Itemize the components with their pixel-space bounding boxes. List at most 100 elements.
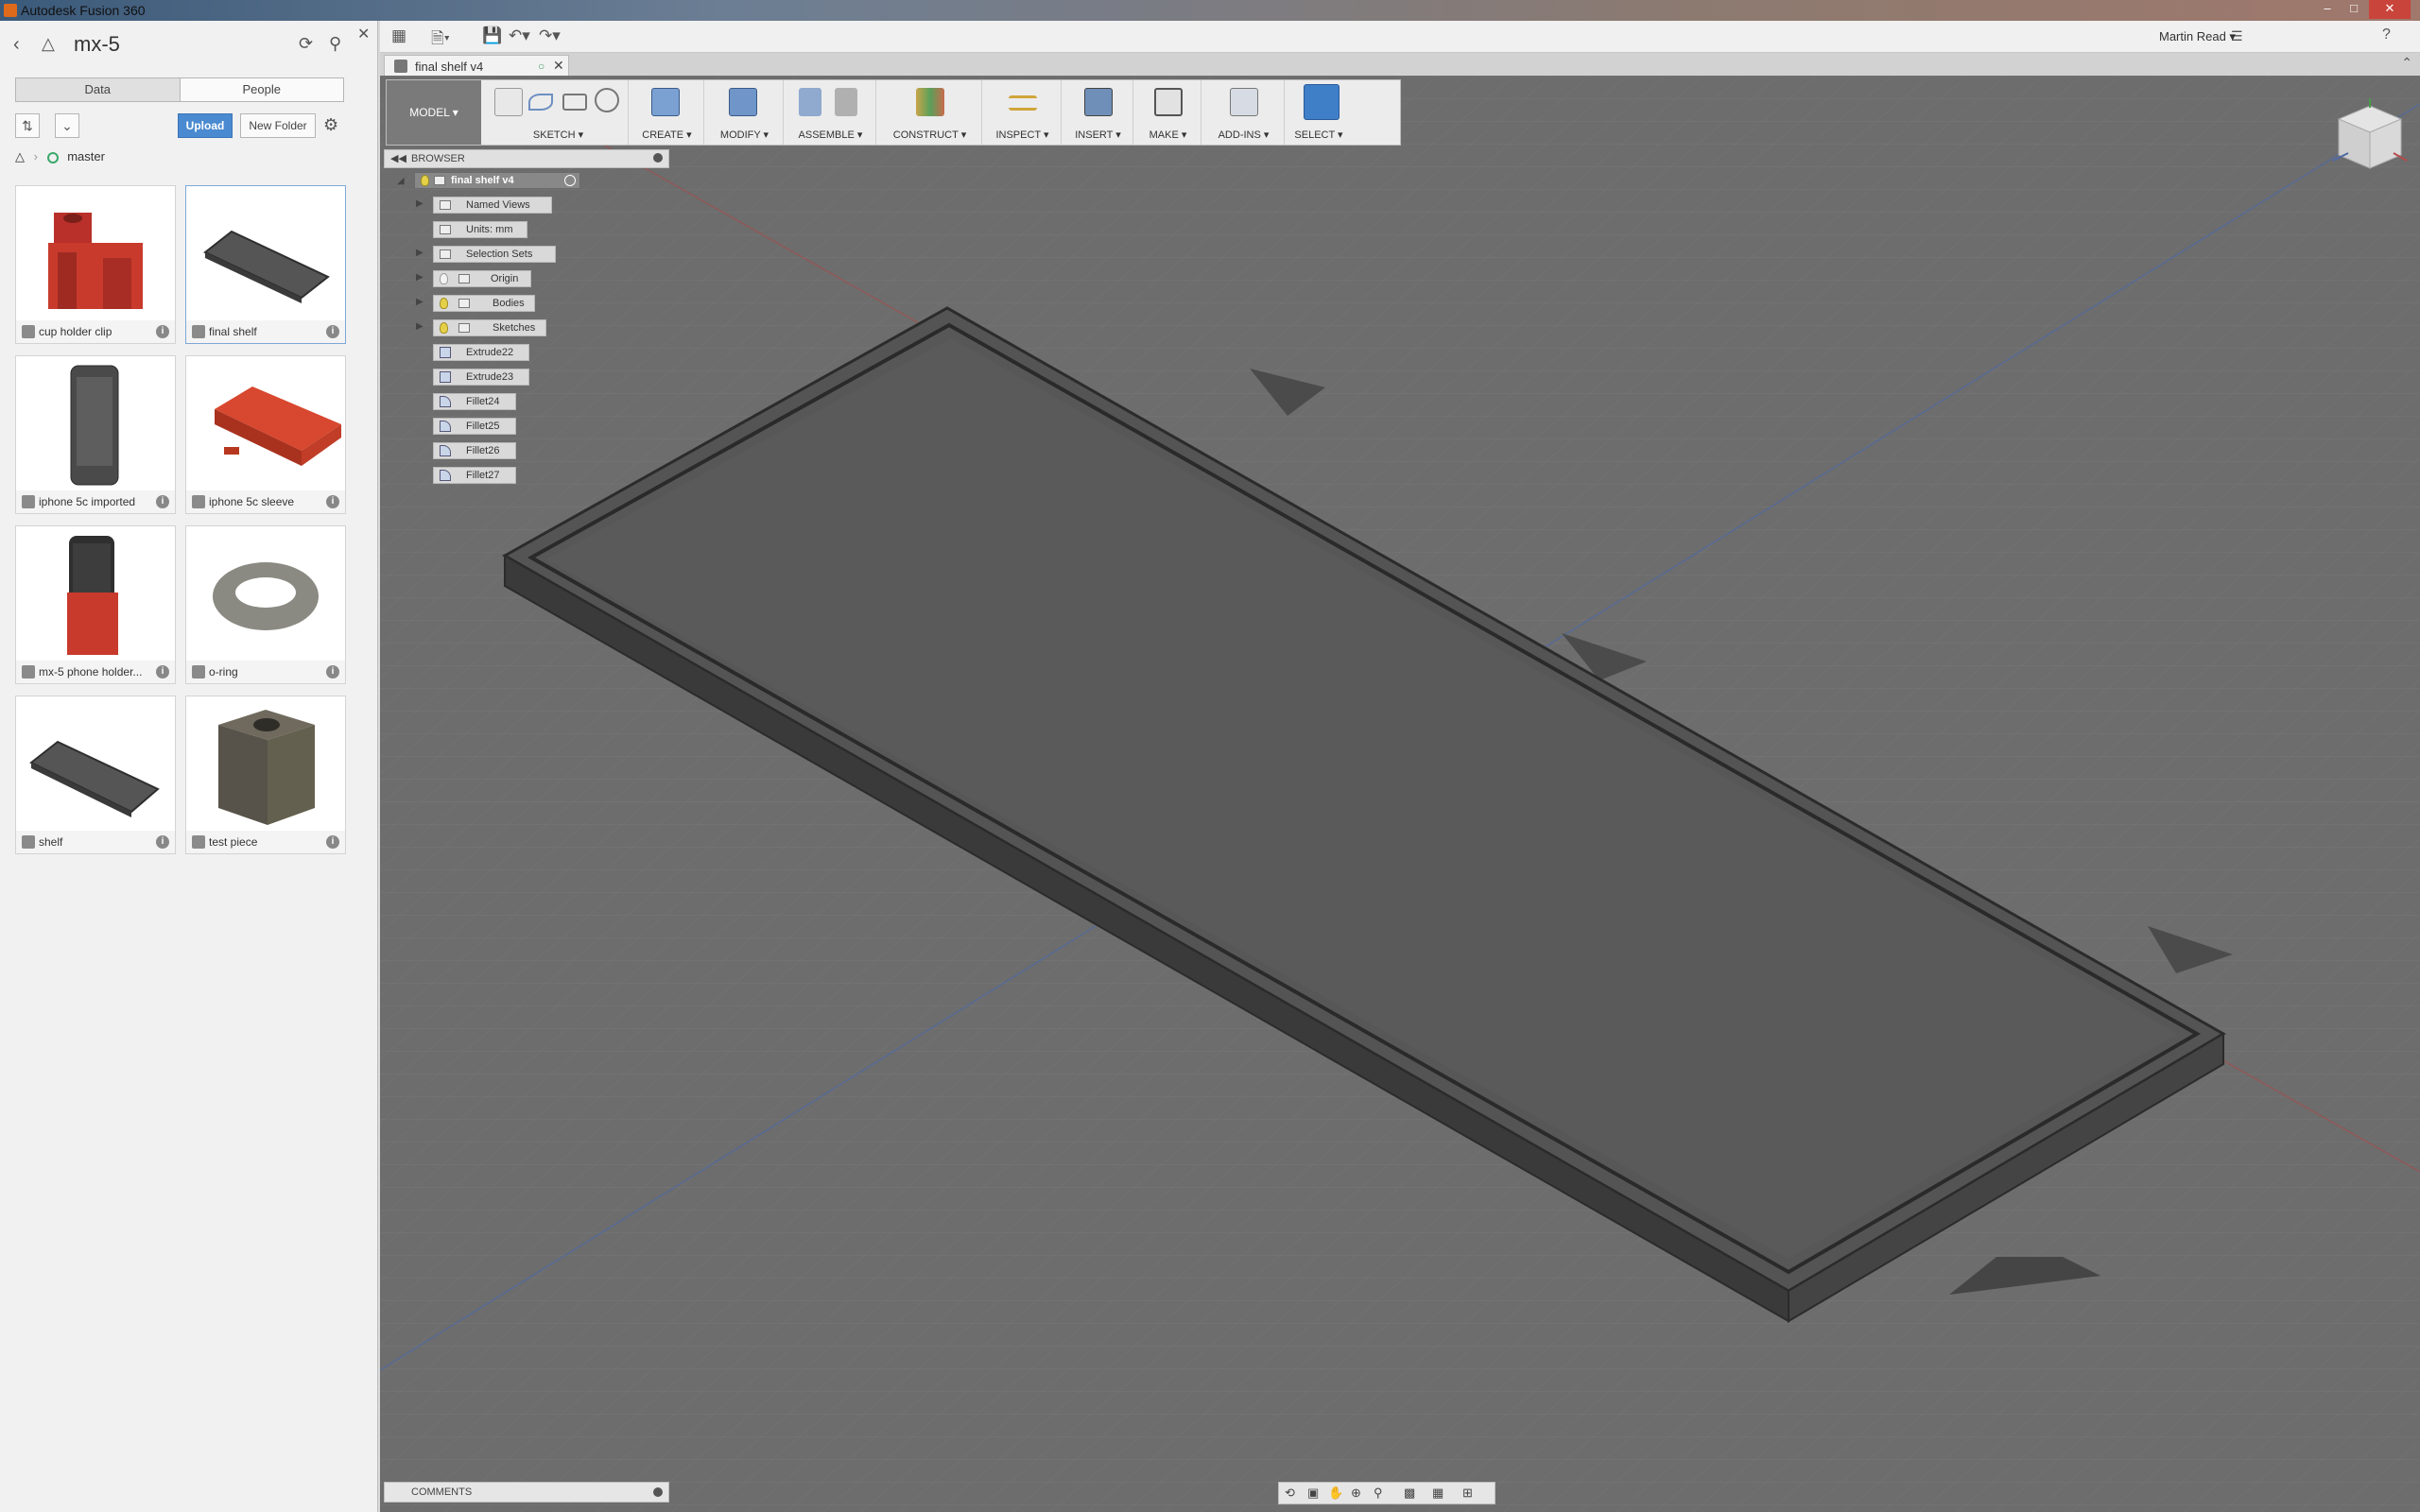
file-menu-icon[interactable]: 🗎▾ bbox=[431, 26, 450, 54]
visibility-bulb-icon[interactable] bbox=[421, 175, 429, 186]
browser-node-sketches[interactable]: Sketches bbox=[433, 319, 546, 336]
3d-viewport[interactable]: MODEL ▾ SKETCH ▾ CREATE ▾ MODIFY ▾ ASSEM… bbox=[380, 76, 2420, 1512]
browser-node-units[interactable]: Units: mm bbox=[433, 221, 527, 238]
expand-arrow-icon[interactable]: ▶ bbox=[416, 270, 427, 285]
modify-menu[interactable]: MODIFY ▾ bbox=[706, 129, 783, 141]
close-panel-icon[interactable]: ✕ bbox=[357, 25, 370, 43]
timeline-feature-fillet25[interactable]: Fillet25 bbox=[433, 418, 516, 435]
toolbar-group-assemble[interactable]: ASSEMBLE ▾ bbox=[786, 80, 876, 145]
close-window-icon[interactable]: ✕ bbox=[2369, 0, 2411, 19]
back-arrow-icon[interactable]: ‹ bbox=[13, 34, 20, 56]
file-card[interactable]: final shelf i bbox=[185, 185, 346, 344]
display-settings-icon[interactable]: ▩ bbox=[1404, 1486, 1415, 1501]
expand-arrow-icon[interactable]: ▶ bbox=[416, 246, 427, 261]
create-menu[interactable]: CREATE ▾ bbox=[631, 129, 703, 141]
visibility-bulb-icon[interactable] bbox=[440, 273, 448, 284]
scripts-add-ins-icon[interactable] bbox=[1230, 88, 1258, 116]
toolbar-group-select[interactable]: SELECT ▾ bbox=[1287, 80, 1400, 145]
branch-name[interactable]: master bbox=[67, 149, 105, 163]
joint-icon[interactable] bbox=[835, 88, 857, 116]
minimize-icon[interactable]: – bbox=[2314, 0, 2341, 19]
redo-icon[interactable]: ↷▾ bbox=[539, 26, 561, 45]
info-icon[interactable]: i bbox=[326, 665, 339, 679]
file-card[interactable]: mx-5 phone holder... i bbox=[15, 525, 176, 684]
chevron-down-icon[interactable]: ⌄ bbox=[55, 113, 79, 138]
extrude-icon[interactable] bbox=[651, 88, 680, 116]
help-icon[interactable]: ? bbox=[2382, 26, 2391, 43]
offset-plane-icon[interactable] bbox=[916, 88, 944, 116]
tab-people[interactable]: People bbox=[181, 78, 344, 101]
look-at-icon[interactable]: ▣ bbox=[1307, 1486, 1319, 1501]
create-sketch-icon[interactable] bbox=[494, 88, 523, 116]
select-arrow-icon[interactable] bbox=[1304, 84, 1340, 120]
activate-radio-icon[interactable] bbox=[564, 175, 576, 186]
browser-node-bodies[interactable]: Bodies bbox=[433, 295, 535, 312]
pin-icon[interactable] bbox=[653, 153, 663, 163]
viewports-icon[interactable]: ⊞ bbox=[1462, 1486, 1473, 1501]
expand-arrow-icon[interactable]: ▶ bbox=[416, 295, 427, 310]
info-icon[interactable]: i bbox=[326, 835, 339, 849]
undo-icon[interactable]: ↶▾ bbox=[509, 26, 530, 45]
document-tab[interactable]: final shelf v4 ○ ✕ bbox=[384, 55, 569, 76]
browser-node-selection-sets[interactable]: Selection Sets bbox=[433, 246, 556, 263]
toolbar-group-construct[interactable]: CONSTRUCT ▾ bbox=[878, 80, 982, 145]
info-icon[interactable]: i bbox=[156, 665, 169, 679]
info-icon[interactable]: i bbox=[156, 835, 169, 849]
toolbar-group-sketch[interactable]: SKETCH ▾ bbox=[489, 80, 629, 145]
visibility-bulb-icon[interactable] bbox=[440, 322, 448, 334]
grid-settings-icon[interactable]: ▦ bbox=[1432, 1486, 1443, 1501]
new-folder-button[interactable]: New Folder bbox=[240, 113, 316, 138]
save-icon[interactable]: 💾 bbox=[482, 26, 502, 45]
fit-icon[interactable]: ⚲ bbox=[1374, 1486, 1383, 1501]
timeline-feature-extrude22[interactable]: Extrude22 bbox=[433, 344, 529, 361]
info-icon[interactable]: i bbox=[326, 325, 339, 338]
assemble-menu[interactable]: ASSEMBLE ▾ bbox=[786, 129, 875, 141]
zoom-icon[interactable]: ⊕ bbox=[1351, 1486, 1361, 1501]
browser-root-node[interactable]: final shelf v4 bbox=[414, 172, 580, 189]
visibility-bulb-icon[interactable] bbox=[440, 298, 448, 309]
gear-icon[interactable]: ⚙ bbox=[323, 115, 338, 135]
rectangle-icon[interactable] bbox=[562, 94, 587, 111]
toolbar-group-make[interactable]: MAKE ▾ bbox=[1135, 80, 1201, 145]
line-icon[interactable] bbox=[528, 94, 553, 111]
make-menu[interactable]: MAKE ▾ bbox=[1135, 129, 1201, 141]
refresh-icon[interactable]: ⟳ bbox=[299, 34, 313, 54]
user-account-menu[interactable]: Martin Read ▾ bbox=[2159, 29, 2236, 44]
timeline-feature-fillet26[interactable]: Fillet26 bbox=[433, 442, 516, 459]
comments-panel[interactable]: COMMENTS bbox=[384, 1482, 669, 1503]
collapse-icon[interactable]: ⌃ bbox=[2401, 55, 2412, 71]
pin-icon[interactable] bbox=[653, 1487, 663, 1497]
info-icon[interactable]: i bbox=[326, 495, 339, 508]
file-card[interactable]: cup holder clip i bbox=[15, 185, 176, 344]
sort-icon[interactable]: ⇅ bbox=[15, 113, 40, 138]
viewcube[interactable] bbox=[2327, 96, 2412, 181]
browser-node-origin[interactable]: Origin bbox=[433, 270, 531, 287]
select-menu[interactable]: SELECT ▾ bbox=[1262, 129, 1375, 141]
browser-node-named-views[interactable]: Named Views bbox=[433, 197, 552, 214]
info-icon[interactable]: i bbox=[156, 325, 169, 338]
insert-image-icon[interactable] bbox=[1084, 88, 1113, 116]
circle-icon[interactable] bbox=[595, 88, 619, 112]
toolbar-group-modify[interactable]: MODIFY ▾ bbox=[706, 80, 784, 145]
expand-arrow-icon[interactable]: ▶ bbox=[416, 197, 427, 212]
toolbar-group-inspect[interactable]: INSPECT ▾ bbox=[984, 80, 1062, 145]
project-home-icon[interactable]: △ bbox=[15, 149, 25, 163]
info-icon[interactable]: i bbox=[156, 495, 169, 508]
construct-menu[interactable]: CONSTRUCT ▾ bbox=[878, 129, 981, 141]
file-card[interactable]: o-ring i bbox=[185, 525, 346, 684]
toolbar-group-create[interactable]: CREATE ▾ bbox=[631, 80, 704, 145]
workspace-switcher[interactable]: MODEL ▾ bbox=[387, 80, 481, 145]
file-card[interactable]: test piece i bbox=[185, 696, 346, 854]
insert-menu[interactable]: INSERT ▾ bbox=[1063, 129, 1132, 141]
collapse-browser-icon[interactable]: ◀◀ bbox=[390, 152, 406, 164]
maximize-icon[interactable]: □ bbox=[2341, 0, 2367, 19]
orbit-icon[interactable]: ⟲ bbox=[1285, 1486, 1295, 1501]
timeline-feature-extrude23[interactable]: Extrude23 bbox=[433, 369, 529, 386]
data-panel-grid-icon[interactable]: ▦ bbox=[391, 26, 406, 45]
inspect-menu[interactable]: INSPECT ▾ bbox=[984, 129, 1061, 141]
pan-icon[interactable]: ✋ bbox=[1328, 1486, 1343, 1501]
toolbar-group-insert[interactable]: INSERT ▾ bbox=[1063, 80, 1133, 145]
sketch-menu[interactable]: SKETCH ▾ bbox=[489, 129, 628, 141]
file-card[interactable]: iphone 5c sleeve i bbox=[185, 355, 346, 514]
new-component-icon[interactable] bbox=[799, 88, 821, 116]
